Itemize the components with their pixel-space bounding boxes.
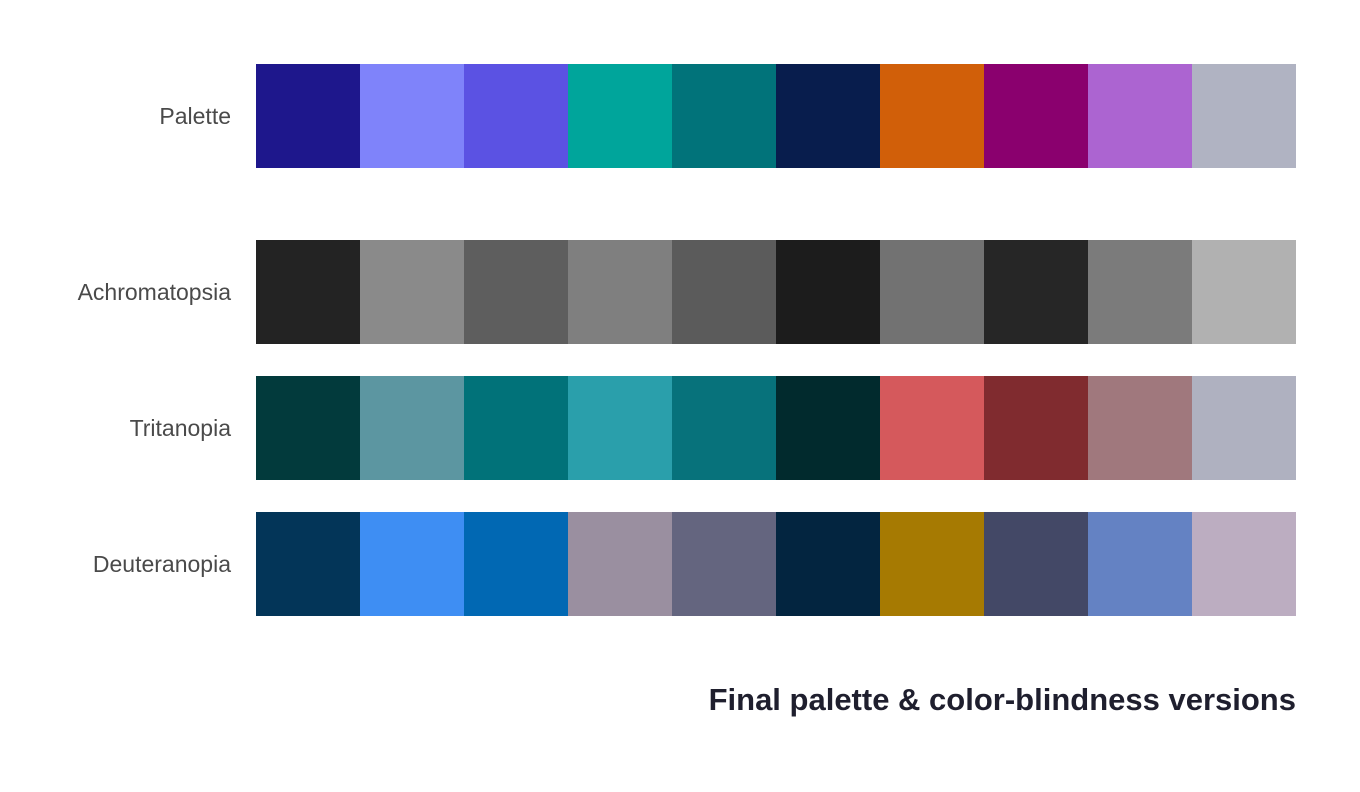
color-swatch <box>880 376 984 480</box>
deuteranopia-row: Deuteranopia <box>0 512 1360 616</box>
figure-caption: Final palette & color-blindness versions <box>708 682 1296 717</box>
color-swatch <box>1192 376 1296 480</box>
row-label: Tritanopia <box>129 415 231 441</box>
color-swatch <box>568 64 672 168</box>
color-swatch <box>256 64 360 168</box>
color-swatch <box>464 240 568 344</box>
color-swatch <box>672 376 776 480</box>
color-swatch <box>880 240 984 344</box>
swatch-strip <box>256 64 1296 168</box>
color-swatch <box>880 64 984 168</box>
swatch-strip <box>256 512 1296 616</box>
color-swatch <box>672 64 776 168</box>
color-swatch <box>360 64 464 168</box>
color-swatch <box>880 512 984 616</box>
color-swatch <box>984 240 1088 344</box>
color-swatch <box>256 240 360 344</box>
color-swatch <box>1088 376 1192 480</box>
color-swatch <box>464 376 568 480</box>
color-swatch <box>776 64 880 168</box>
color-swatch <box>1088 512 1192 616</box>
color-swatch <box>568 512 672 616</box>
row-label: Deuteranopia <box>92 551 231 577</box>
color-swatch <box>984 512 1088 616</box>
color-swatch <box>568 376 672 480</box>
row-label: Achromatopsia <box>77 279 231 305</box>
color-swatch <box>464 64 568 168</box>
color-swatch <box>984 376 1088 480</box>
color-swatch <box>1192 64 1296 168</box>
color-swatch <box>1192 512 1296 616</box>
color-swatch <box>256 376 360 480</box>
row-label: Palette <box>159 103 231 129</box>
color-swatch <box>776 512 880 616</box>
color-swatch <box>360 512 464 616</box>
color-swatch <box>568 240 672 344</box>
swatch-strip <box>256 376 1296 480</box>
achromatopsia-row: Achromatopsia <box>0 240 1360 344</box>
tritanopia-row: Tritanopia <box>0 376 1360 480</box>
color-swatch <box>1088 64 1192 168</box>
color-swatch <box>360 240 464 344</box>
color-swatch <box>1192 240 1296 344</box>
color-swatch <box>672 512 776 616</box>
palette-row: Palette <box>0 64 1360 168</box>
color-swatch <box>256 512 360 616</box>
color-swatch <box>360 376 464 480</box>
color-swatch <box>984 64 1088 168</box>
color-swatch <box>1088 240 1192 344</box>
color-swatch <box>776 240 880 344</box>
color-swatch <box>672 240 776 344</box>
color-swatch <box>776 376 880 480</box>
color-swatch <box>464 512 568 616</box>
swatch-strip <box>256 240 1296 344</box>
